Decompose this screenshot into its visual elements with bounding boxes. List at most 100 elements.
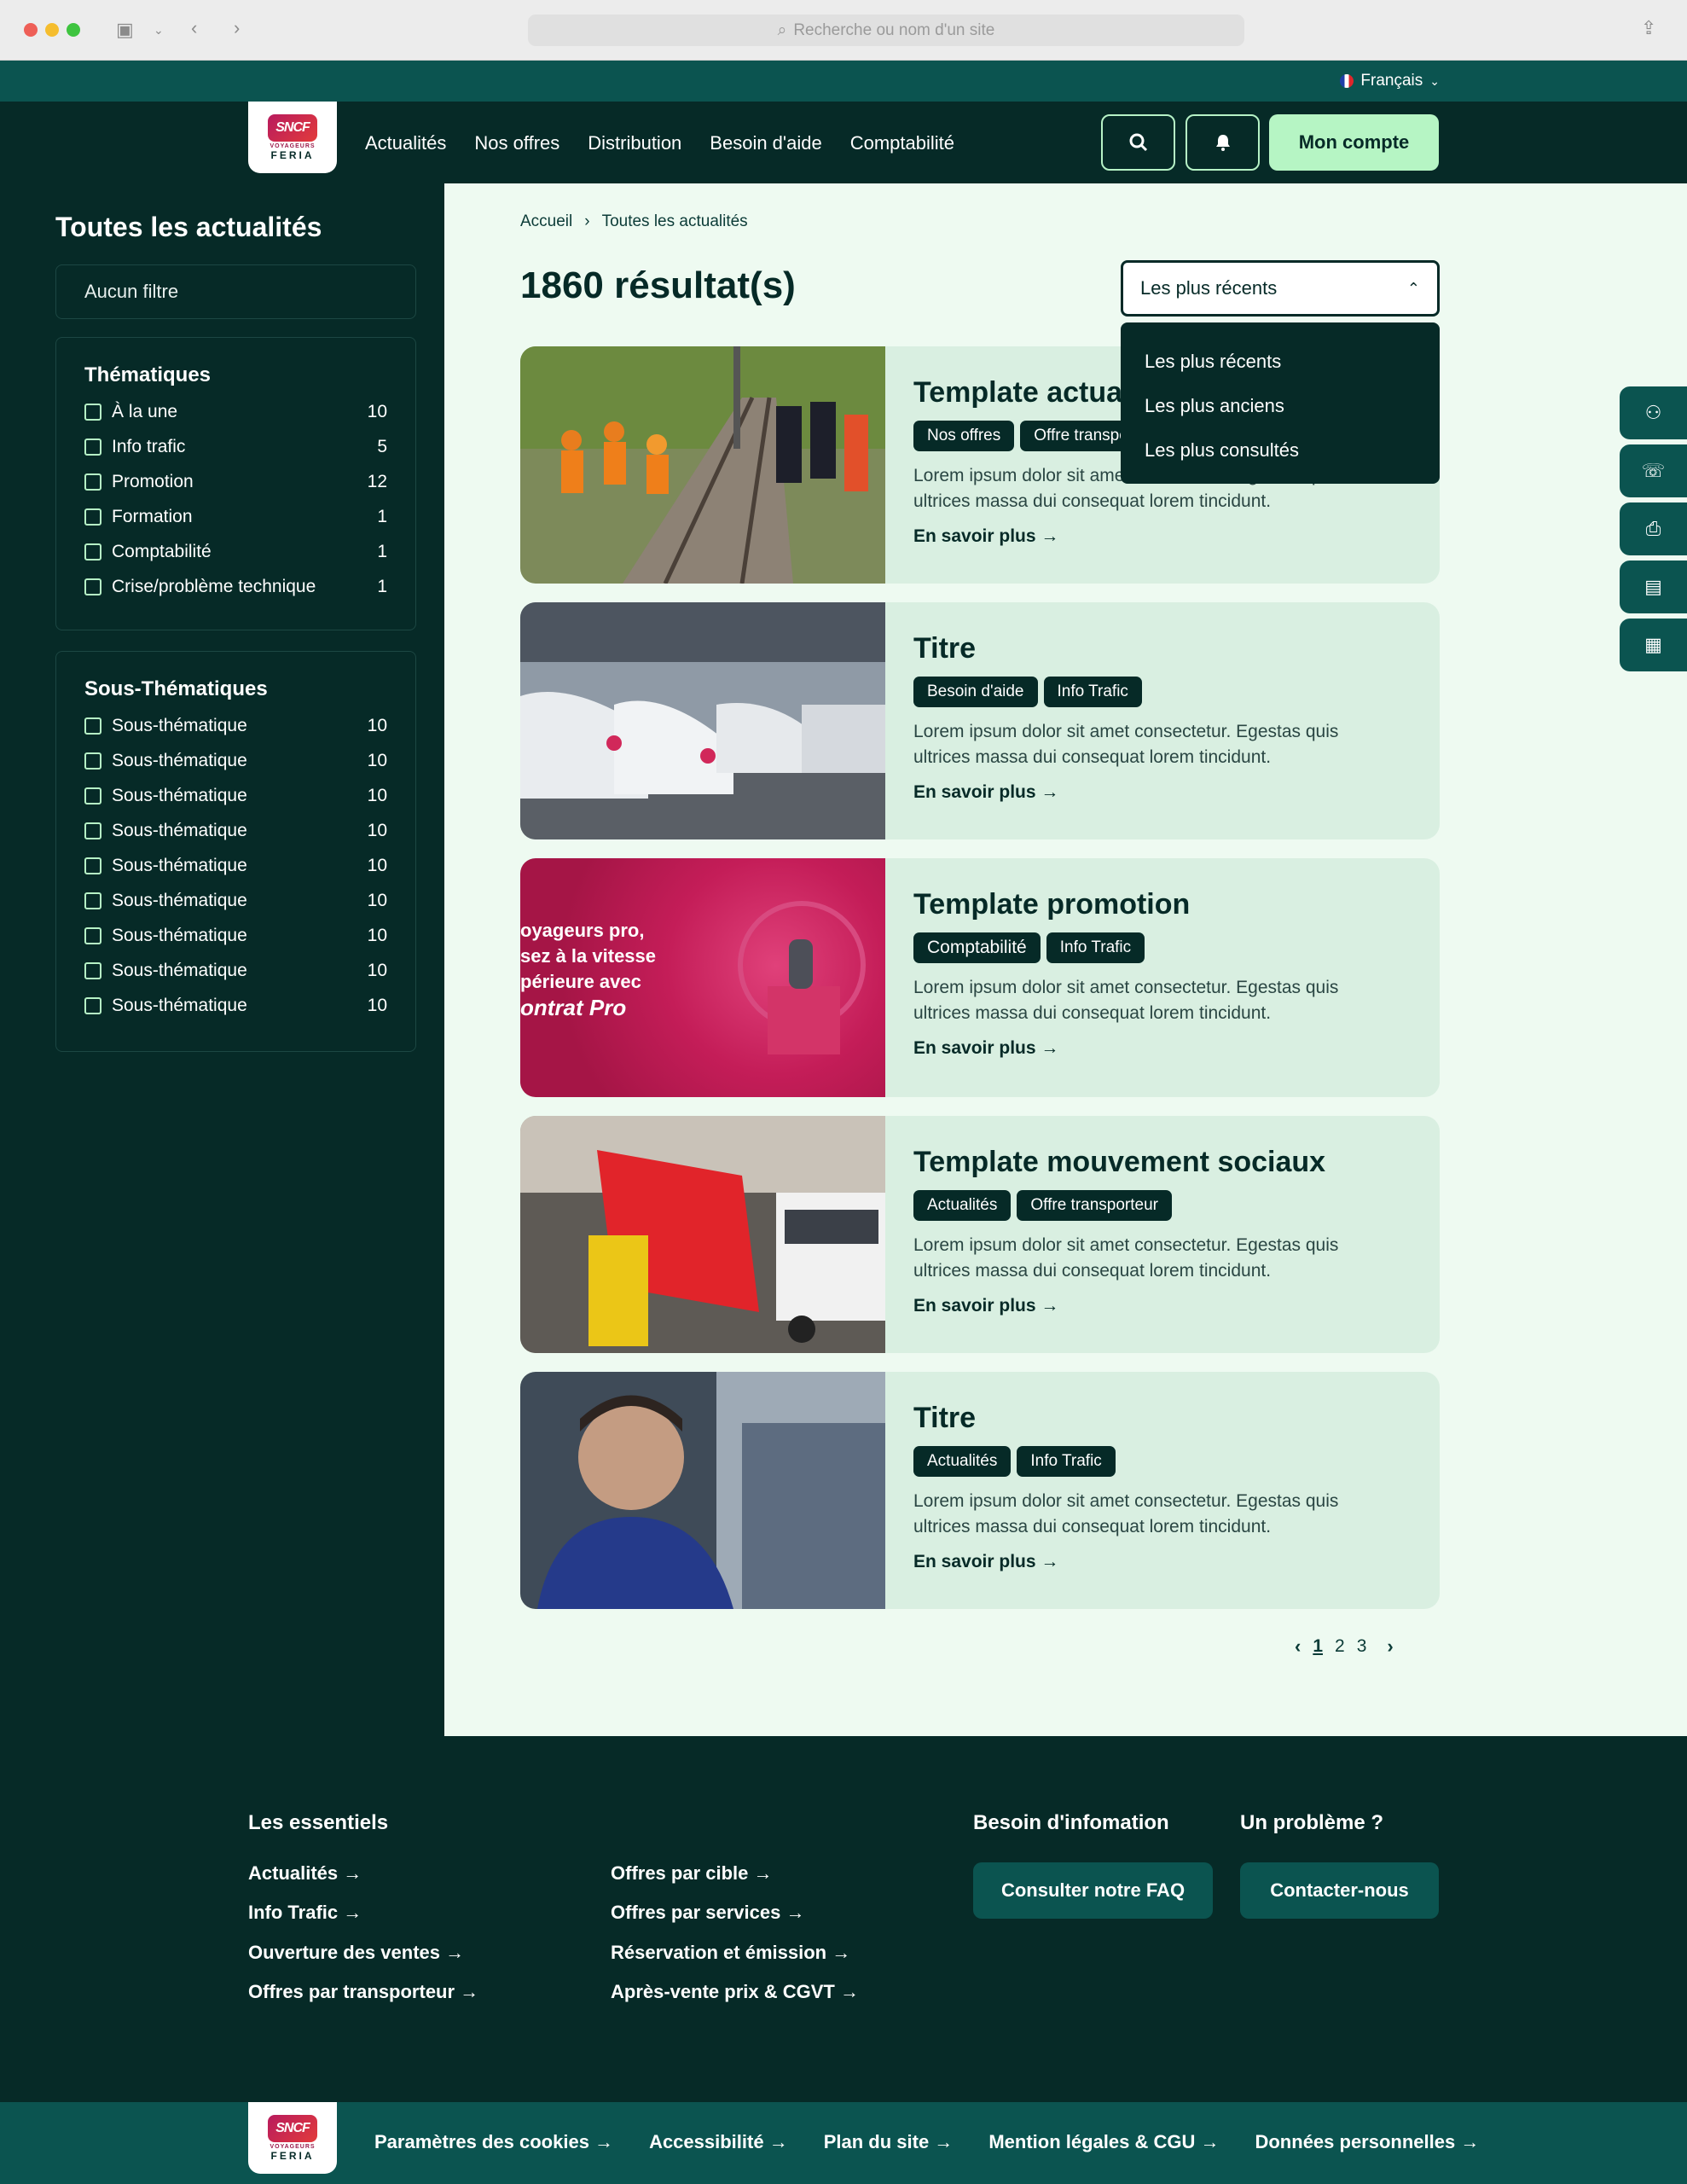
- prev-page-button[interactable]: ‹: [1295, 1635, 1301, 1658]
- filter-option[interactable]: Sous-thématique 10: [84, 743, 387, 778]
- sort-option[interactable]: Les plus consultés: [1145, 428, 1440, 473]
- footer-link[interactable]: Après-vente prix & CGVT →: [611, 1981, 859, 2003]
- checkbox[interactable]: [84, 822, 101, 839]
- nav-item-besoin-aide[interactable]: Besoin d'aide: [710, 132, 821, 154]
- filter-option[interactable]: À la une 10: [84, 394, 387, 429]
- footer-logo[interactable]: SNCF VOYAGEURS FERIA: [248, 2102, 337, 2174]
- tag[interactable]: Info Trafic: [1043, 677, 1142, 707]
- filter-option[interactable]: Sous-thématique 10: [84, 708, 387, 743]
- filter-option[interactable]: Info trafic 5: [84, 429, 387, 464]
- nav-item-actualites[interactable]: Actualités: [365, 132, 446, 154]
- filter-option[interactable]: Sous-thématique 10: [84, 813, 387, 848]
- page-number[interactable]: 3: [1357, 1636, 1367, 1657]
- footer-link[interactable]: Info Trafic →: [248, 1902, 362, 1924]
- back-icon[interactable]: ‹: [191, 19, 197, 38]
- quick-access-button[interactable]: ☏: [1620, 444, 1687, 497]
- nav-item-distribution[interactable]: Distribution: [588, 132, 681, 154]
- footer-link[interactable]: Ouverture des ventes →: [248, 1942, 464, 1964]
- breadcrumb-home[interactable]: Accueil: [520, 212, 572, 231]
- address-bar[interactable]: ⌕ Recherche ou nom d'un site: [528, 15, 1244, 46]
- checkbox[interactable]: [84, 961, 101, 979]
- forward-icon[interactable]: ›: [234, 19, 240, 38]
- notifications-button[interactable]: [1186, 114, 1260, 171]
- read-more-link[interactable]: En savoir plus →: [913, 526, 1414, 547]
- checkbox[interactable]: [84, 578, 101, 595]
- tag[interactable]: Offre transporteur: [1017, 1190, 1172, 1221]
- filter-option[interactable]: Sous-thématique 10: [84, 778, 387, 813]
- filter-option[interactable]: Sous-thématique 10: [84, 953, 387, 988]
- account-button[interactable]: Mon compte: [1269, 114, 1439, 171]
- nav-item-nos-offres[interactable]: Nos offres: [474, 132, 559, 154]
- next-page-button[interactable]: ›: [1387, 1635, 1393, 1658]
- legal-link[interactable]: Plan du site →: [824, 2131, 954, 2153]
- legal-link[interactable]: Données personnelles →: [1255, 2131, 1479, 2153]
- filter-option[interactable]: Sous-thématique 10: [84, 848, 387, 883]
- zoom-window-button[interactable]: [67, 23, 80, 37]
- filter-option[interactable]: Formation 1: [84, 499, 387, 534]
- checkbox[interactable]: [84, 857, 101, 874]
- news-card[interactable]: Titre Besoin d'aide Info Trafic Lorem ip…: [520, 602, 1440, 839]
- sidebar-toggle-icon[interactable]: ▣: [116, 20, 134, 39]
- quick-access-button[interactable]: ⚇: [1620, 386, 1687, 439]
- page-number[interactable]: 1: [1313, 1636, 1323, 1657]
- checkbox[interactable]: [84, 996, 101, 1014]
- checkbox[interactable]: [84, 543, 101, 561]
- share-icon[interactable]: ⇪: [1641, 19, 1656, 38]
- chevron-down-icon[interactable]: ⌄: [154, 20, 164, 39]
- filter-option[interactable]: Crise/problème technique 1: [84, 569, 387, 604]
- language-selector[interactable]: Français ⌄: [1340, 72, 1440, 90]
- minimize-window-button[interactable]: [45, 23, 59, 37]
- news-card[interactable]: Titre Actualités Info Trafic Lorem ipsum…: [520, 1372, 1440, 1609]
- site-logo[interactable]: SNCF VOYAGEURS FERIA: [248, 102, 337, 173]
- footer-link[interactable]: Offres par transporteur →: [248, 1981, 478, 2003]
- checkbox[interactable]: [84, 438, 101, 456]
- faq-button[interactable]: Consulter notre FAQ: [973, 1862, 1213, 1919]
- tag[interactable]: Actualités: [913, 1190, 1012, 1221]
- sort-option[interactable]: Les plus récents: [1145, 340, 1440, 384]
- checkbox[interactable]: [84, 752, 101, 770]
- checkbox[interactable]: [84, 926, 101, 944]
- filter-option[interactable]: Promotion 12: [84, 464, 387, 499]
- checkbox[interactable]: [84, 473, 101, 491]
- checkbox[interactable]: [84, 892, 101, 909]
- page-number[interactable]: 2: [1335, 1636, 1345, 1657]
- legal-link[interactable]: Mention légales & CGU →: [988, 2131, 1219, 2153]
- active-filters[interactable]: Aucun filtre: [55, 264, 416, 319]
- legal-link[interactable]: Accessibilité →: [649, 2131, 788, 2153]
- search-button[interactable]: [1101, 114, 1175, 171]
- tag[interactable]: Info Trafic: [1017, 1446, 1116, 1477]
- footer-link[interactable]: Réservation et émission →: [611, 1942, 850, 1964]
- legal-link[interactable]: Paramètres des cookies →: [374, 2131, 613, 2153]
- nav-item-comptabilite[interactable]: Comptabilité: [850, 132, 954, 154]
- tag[interactable]: Comptabilité: [913, 932, 1041, 963]
- filter-option[interactable]: Sous-thématique 10: [84, 918, 387, 953]
- news-card[interactable]: oyageurs pro, sez à la vitesse périeure …: [520, 858, 1440, 1097]
- tag[interactable]: Actualités: [913, 1446, 1012, 1477]
- sort-option[interactable]: Les plus anciens: [1145, 384, 1440, 428]
- footer-link-label: Offres par cible: [611, 1862, 749, 1884]
- quick-access-button[interactable]: ▦: [1620, 619, 1687, 671]
- read-more-link[interactable]: En savoir plus →: [913, 1552, 1414, 1572]
- checkbox[interactable]: [84, 403, 101, 421]
- quick-access-button[interactable]: ⎙: [1620, 502, 1687, 555]
- footer-link[interactable]: Offres par cible →: [611, 1862, 773, 1885]
- contact-button[interactable]: Contacter-nous: [1240, 1862, 1439, 1919]
- footer-link[interactable]: Offres par services →: [611, 1902, 804, 1924]
- tag[interactable]: Besoin d'aide: [913, 677, 1038, 707]
- checkbox[interactable]: [84, 717, 101, 735]
- filter-option[interactable]: Comptabilité 1: [84, 534, 387, 569]
- close-window-button[interactable]: [24, 23, 38, 37]
- checkbox[interactable]: [84, 508, 101, 526]
- filter-option[interactable]: Sous-thématique 10: [84, 988, 387, 1023]
- read-more-link[interactable]: En savoir plus →: [913, 1038, 1414, 1059]
- footer-link[interactable]: Actualités →: [248, 1862, 362, 1885]
- quick-access-button[interactable]: ▤: [1620, 561, 1687, 613]
- sort-select[interactable]: Les plus récents ⌃: [1121, 260, 1440, 317]
- read-more-link[interactable]: En savoir plus →: [913, 1296, 1414, 1316]
- read-more-link[interactable]: En savoir plus →: [913, 782, 1414, 803]
- tag[interactable]: Info Trafic: [1046, 932, 1145, 963]
- tag[interactable]: Nos offres: [913, 421, 1015, 451]
- filter-option[interactable]: Sous-thématique 10: [84, 883, 387, 918]
- news-card[interactable]: Template mouvement sociaux Actualités Of…: [520, 1116, 1440, 1353]
- checkbox[interactable]: [84, 787, 101, 804]
